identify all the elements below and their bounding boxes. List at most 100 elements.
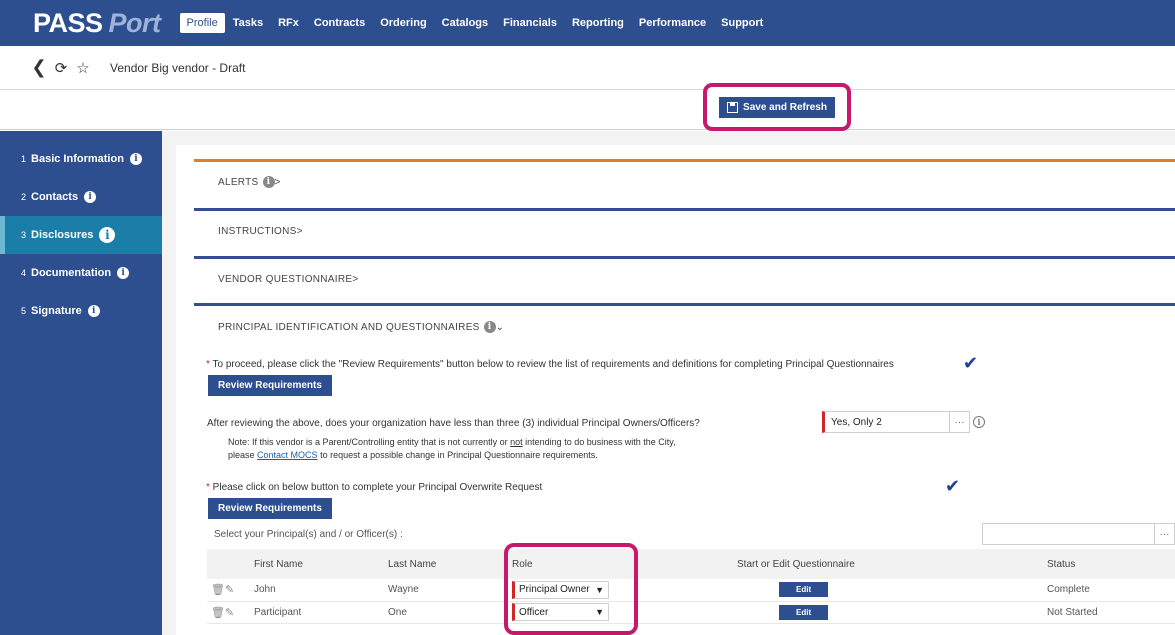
instructions-title: INSTRUCTIONS bbox=[218, 225, 297, 237]
info-icon[interactable]: i bbox=[129, 153, 142, 165]
more-options-button[interactable]: ··· bbox=[1155, 523, 1175, 545]
header-first-name[interactable]: First Name bbox=[252, 549, 388, 579]
nav-tasks[interactable]: Tasks bbox=[226, 13, 270, 33]
pencil-icon[interactable]: ✎ bbox=[225, 583, 234, 596]
chevron-down-icon: ▼ bbox=[595, 584, 604, 595]
note-line-2: please Contact MOCS to request a possibl… bbox=[228, 449, 676, 462]
sidebar-item-documentation[interactable]: 4 Documentation i bbox=[0, 254, 162, 292]
instructions-header[interactable]: INSTRUCTIONS > bbox=[194, 211, 1175, 251]
last-name-cell: One bbox=[388, 601, 498, 624]
header-cell bbox=[225, 549, 252, 579]
action-bar bbox=[0, 90, 1175, 130]
history-icon[interactable]: ⟳ bbox=[50, 59, 72, 77]
principal-header[interactable]: PRINCIPAL IDENTIFICATION AND QUESTIONNAI… bbox=[194, 306, 1175, 348]
main-nav: Profile Tasks RFx Contracts Ordering Cat… bbox=[179, 13, 772, 33]
nav-performance[interactable]: Performance bbox=[632, 13, 713, 33]
star-icon[interactable]: ☆ bbox=[72, 59, 94, 77]
edit-cell: ✎ bbox=[225, 579, 252, 602]
instructions-section[interactable]: INSTRUCTIONS > bbox=[194, 208, 1175, 251]
nav-reporting[interactable]: Reporting bbox=[565, 13, 631, 33]
sidebar-item-label: Documentation bbox=[31, 267, 112, 279]
nav-support[interactable]: Support bbox=[714, 13, 770, 33]
header-cell bbox=[207, 549, 225, 579]
more-options-button[interactable]: ··· bbox=[950, 411, 970, 433]
required-marker: * bbox=[206, 482, 213, 493]
header-last-name[interactable]: Last Name bbox=[388, 549, 498, 579]
note-text: intending to do business with the City, bbox=[522, 437, 676, 447]
delete-cell: 🗑 bbox=[207, 601, 225, 624]
info-icon[interactable]: i bbox=[262, 176, 275, 188]
proceed-instruction: * To proceed, please click the "Review R… bbox=[206, 359, 894, 370]
sidebar-item-signature[interactable]: 5 Signature i bbox=[0, 292, 162, 330]
step-number: 3 bbox=[21, 230, 27, 240]
trash-icon[interactable]: 🗑 bbox=[211, 606, 225, 619]
note-text: please bbox=[228, 450, 258, 460]
vendor-questionnaire-section[interactable]: VENDOR QUESTIONNAIRE > bbox=[194, 256, 1175, 299]
principal-count-select[interactable]: Yes, Only 2 bbox=[822, 411, 950, 433]
nav-contracts[interactable]: Contracts bbox=[307, 13, 372, 33]
pencil-icon[interactable]: ✎ bbox=[225, 606, 234, 619]
principal-question: After reviewing the above, does your org… bbox=[207, 418, 700, 429]
first-name-cell: John bbox=[252, 579, 388, 602]
sidebar: 1 Basic Information i 2 Contacts i 3 Dis… bbox=[0, 131, 162, 635]
chevron-right-icon: > bbox=[296, 225, 303, 237]
parent-entity-note: Note: If this vendor is a Parent/Control… bbox=[228, 436, 676, 462]
contact-mocs-link[interactable]: Contact MOCS bbox=[257, 450, 318, 460]
info-icon[interactable]: i bbox=[973, 416, 985, 428]
breadcrumb-bar: ❮ ⟳ ☆ Vendor Big vendor - Draft bbox=[0, 46, 1175, 90]
trash-icon[interactable]: 🗑 bbox=[211, 583, 225, 596]
chevron-right-icon: > bbox=[274, 176, 281, 188]
role-value: Principal Owner bbox=[519, 584, 590, 596]
passport-logo[interactable]: PASS Port bbox=[33, 8, 161, 39]
alerts-section[interactable]: ALERTS i > bbox=[194, 159, 1175, 202]
delete-cell: 🗑 bbox=[207, 579, 225, 602]
back-icon[interactable]: ❮ bbox=[28, 57, 50, 78]
checkmark-icon: ✔ bbox=[945, 476, 961, 496]
alerts-header[interactable]: ALERTS i > bbox=[194, 162, 1175, 202]
sidebar-item-label: Signature bbox=[31, 305, 82, 317]
principal-search-input[interactable] bbox=[982, 523, 1155, 545]
review-requirements-button[interactable]: Review Requirements bbox=[208, 375, 332, 396]
info-icon[interactable]: i bbox=[99, 227, 116, 243]
sidebar-item-label: Contacts bbox=[31, 191, 79, 203]
nav-ordering[interactable]: Ordering bbox=[373, 13, 433, 33]
vendor-questionnaire-header[interactable]: VENDOR QUESTIONNAIRE > bbox=[194, 259, 1175, 299]
proceed-text: To proceed, please click the "Review Req… bbox=[212, 359, 894, 370]
table-row: 🗑 ✎ John Wayne Principal Owner ▼ Edit Com… bbox=[207, 579, 1175, 602]
header-role[interactable]: Role bbox=[498, 549, 733, 579]
nav-rfx[interactable]: RFx bbox=[271, 13, 306, 33]
top-nav-bar: PASS Port Profile Tasks RFx Contracts Or… bbox=[0, 0, 1175, 46]
principal-title: PRINCIPAL IDENTIFICATION AND QUESTIONNAI… bbox=[218, 321, 480, 333]
logo-accent: Port bbox=[108, 7, 162, 38]
sidebar-item-label: Basic Information bbox=[31, 153, 124, 165]
chevron-right-icon: > bbox=[352, 273, 359, 285]
first-name-cell: Participant bbox=[252, 601, 388, 624]
nav-financials[interactable]: Financials bbox=[496, 13, 564, 33]
header-questionnaire[interactable]: Start or Edit Questionnaire bbox=[733, 549, 1043, 579]
info-icon[interactable]: i bbox=[483, 321, 496, 333]
header-status[interactable]: Status bbox=[1043, 549, 1175, 579]
info-icon[interactable]: i bbox=[87, 305, 100, 317]
info-icon[interactable]: i bbox=[117, 267, 130, 279]
info-icon[interactable]: i bbox=[84, 191, 97, 203]
save-refresh-button[interactable]: Save and Refresh bbox=[719, 96, 835, 118]
sidebar-item-disclosures[interactable]: 3 Disclosures i bbox=[0, 216, 162, 254]
sidebar-item-contacts[interactable]: 2 Contacts i bbox=[0, 178, 162, 216]
role-select[interactable]: Officer ▼ bbox=[512, 603, 609, 621]
review-requirements-button-2[interactable]: Review Requirements bbox=[208, 498, 332, 519]
nav-profile[interactable]: Profile bbox=[179, 13, 225, 33]
edit-questionnaire-button[interactable]: Edit bbox=[779, 604, 829, 620]
select-principals-label: Select your Principal(s) and / or Office… bbox=[214, 529, 403, 540]
sidebar-item-basic-information[interactable]: 1 Basic Information i bbox=[0, 140, 162, 178]
step-number: 2 bbox=[21, 192, 27, 202]
role-select[interactable]: Principal Owner ▼ bbox=[512, 580, 609, 599]
principal-section[interactable]: PRINCIPAL IDENTIFICATION AND QUESTIONNAI… bbox=[194, 303, 1175, 348]
note-emphasis: not bbox=[510, 437, 523, 447]
questionnaire-cell: Edit bbox=[733, 601, 1043, 624]
save-highlight: Save and Refresh bbox=[703, 83, 851, 131]
last-name-cell: Wayne bbox=[388, 579, 498, 602]
note-text: to request a possible change in Principa… bbox=[317, 450, 598, 460]
edit-questionnaire-button[interactable]: Edit bbox=[779, 582, 829, 598]
nav-catalogs[interactable]: Catalogs bbox=[435, 13, 495, 33]
page-title: Vendor Big vendor - Draft bbox=[110, 60, 246, 75]
